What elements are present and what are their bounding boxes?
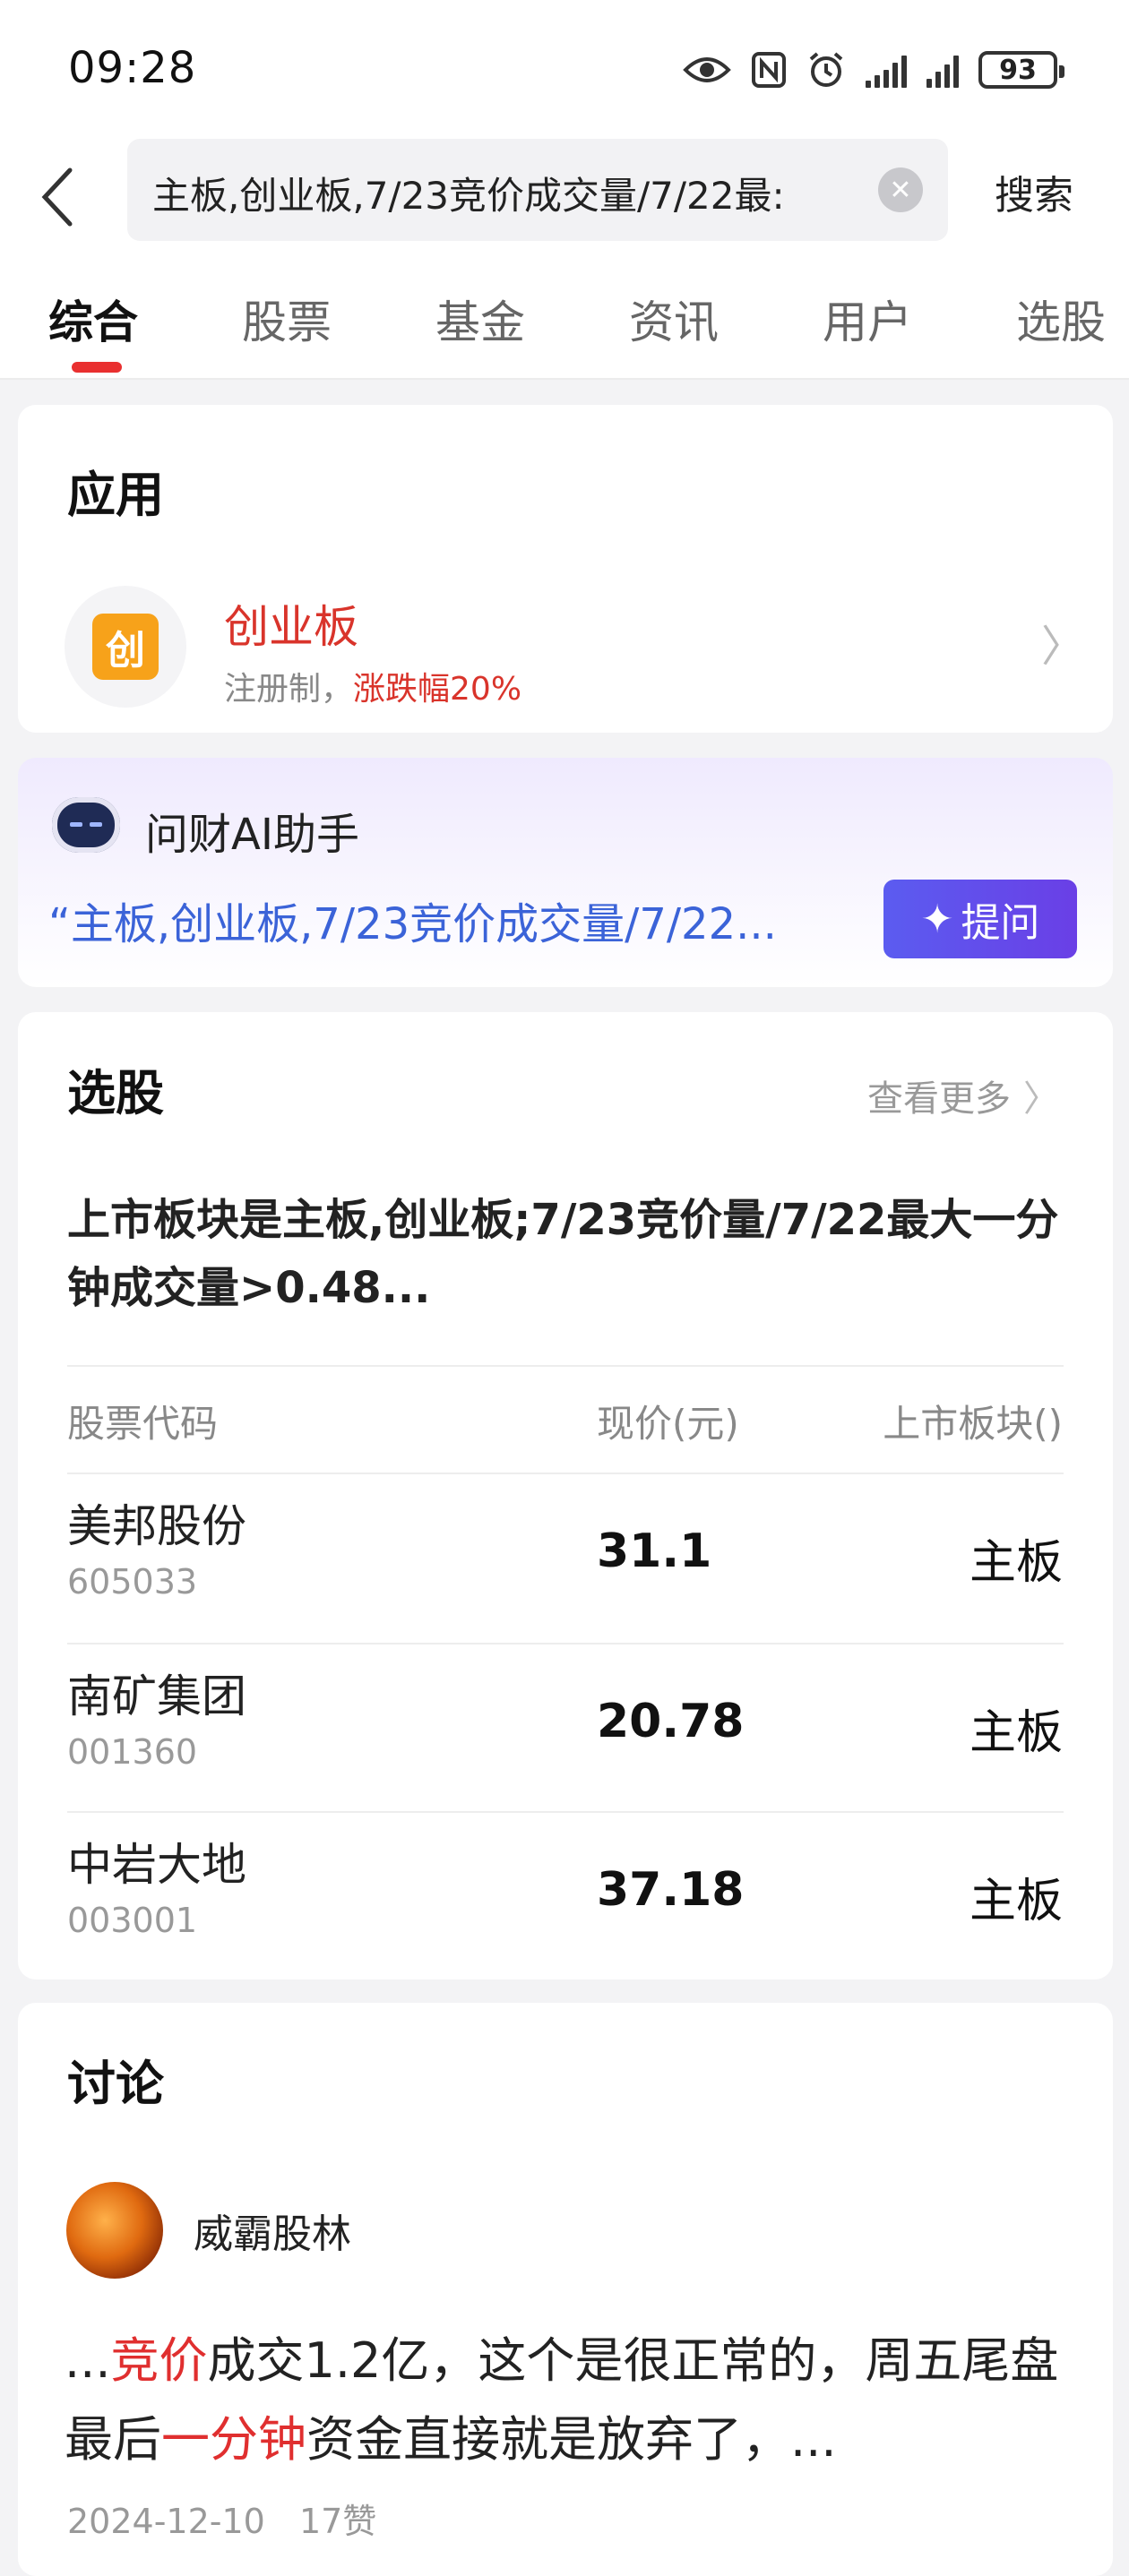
clear-search-icon[interactable]: ✕: [878, 167, 923, 212]
status-time: 09:28: [68, 43, 197, 93]
table-row[interactable]: 中岩大地 003001 37.18 主板: [18, 1813, 1113, 1981]
stock-code: 001360: [67, 1732, 198, 1772]
ai-assistant-card: 问财AI助手 “主板,创业板,7/23竞价成交量/7/22... ✦ 提问: [18, 758, 1113, 987]
stock-section-title: 选股: [67, 1065, 164, 1121]
back-arrow-icon[interactable]: [34, 165, 88, 229]
stock-price: 37.18: [597, 1863, 745, 1917]
stock-name: 美邦股份: [67, 1500, 246, 1552]
stock-price: 31.1: [597, 1524, 712, 1578]
post-date: 2024-12-10: [67, 2502, 265, 2541]
stock-board: 主板: [969, 1875, 1063, 1928]
stock-board: 主板: [969, 1536, 1063, 1590]
search-bar: 主板,创业板,7/23竞价成交量/7/22最: ✕ 搜索: [0, 134, 1129, 251]
discussion-section-title: 讨论: [67, 2056, 164, 2112]
stock-price: 20.78: [597, 1695, 745, 1748]
app-item[interactable]: 创: [65, 586, 186, 708]
stock-code: 605033: [67, 1562, 198, 1601]
status-bar: 09:28 93: [0, 0, 1129, 134]
search-query-text[interactable]: 主板,创业板,7/23竞价成交量/7/22最:: [152, 166, 833, 216]
tab-stocks[interactable]: 股票: [242, 287, 332, 351]
stock-name: 南矿集团: [67, 1670, 246, 1722]
chevron-right-icon: 〉: [1023, 1078, 1059, 1120]
stock-query-text[interactable]: 上市板块是主板,创业板;7/23竞价量/7/22最大一分钟成交量>0.48...: [67, 1186, 1062, 1322]
ai-suggested-query[interactable]: “主板,创业板,7/23竞价成交量/7/22...: [48, 889, 873, 951]
active-tab-indicator: [72, 362, 122, 373]
tab-funds[interactable]: 基金: [435, 287, 525, 351]
table-row[interactable]: 美邦股份 605033 31.1 主板: [18, 1474, 1113, 1643]
post-content[interactable]: ...竞价成交1.2亿，这个是很正常的，周五尾盘最后一分钟资金直接就是放弃了，.…: [65, 2322, 1077, 2479]
signal-icon-1: [866, 52, 907, 88]
nfc-icon: [752, 52, 786, 88]
search-input[interactable]: 主板,创业板,7/23竞价成交量/7/22最: ✕: [127, 139, 948, 241]
post-likes: 17赞: [298, 2502, 377, 2541]
column-header-price: 现价(元): [597, 1402, 739, 1446]
column-header-code: 股票代码: [67, 1402, 219, 1446]
view-more-link[interactable]: 查看更多〉: [867, 1069, 1059, 1121]
alarm-icon: [809, 52, 843, 87]
table-row[interactable]: 南矿集团 001360 20.78 主板: [18, 1644, 1113, 1813]
post-meta: 2024-12-10 17赞: [67, 2494, 376, 2543]
avatar[interactable]: [66, 2182, 163, 2279]
robot-icon: [52, 797, 120, 853]
app-name[interactable]: 创业板: [224, 591, 358, 656]
tab-news[interactable]: 资讯: [629, 287, 719, 351]
app-description: 注册制，涨跌幅20%: [224, 671, 522, 708]
tab-stock-picker[interactable]: 选股: [1016, 287, 1106, 351]
sparkle-icon: ✦: [920, 896, 954, 942]
battery-icon: 93: [978, 51, 1064, 89]
app-section-title: 应用: [67, 467, 164, 523]
ask-button[interactable]: ✦ 提问: [883, 880, 1077, 958]
divider: [67, 1365, 1064, 1367]
ask-button-label: 提问: [961, 900, 1040, 946]
status-icons: 93: [683, 45, 1064, 95]
tab-comprehensive[interactable]: 综合: [48, 287, 138, 351]
app-card: 应用 创 创业板 注册制，涨跌幅20% 〉: [18, 405, 1113, 733]
stock-code: 003001: [67, 1901, 198, 1940]
tab-users[interactable]: 用户: [823, 287, 912, 351]
discussion-card: 讨论 威霸股林 ...竞价成交1.2亿，这个是很正常的，周五尾盘最后一分钟资金直…: [18, 2003, 1113, 2576]
stock-picker-card: 选股 查看更多〉 上市板块是主板,创业板;7/23竞价量/7/22最大一分钟成交…: [18, 1012, 1113, 1979]
eye-icon: [683, 57, 731, 82]
signal-icon-2: [926, 52, 959, 88]
column-header-board: 上市板块(): [883, 1402, 1063, 1446]
stock-board: 主板: [969, 1706, 1063, 1760]
post-username[interactable]: 威霸股林: [194, 2202, 351, 2259]
category-tabs: 综合 股票 基金 资讯 用户 选股: [0, 251, 1129, 380]
search-button[interactable]: 搜索: [995, 163, 1073, 220]
chevron-right-icon[interactable]: 〉: [1041, 611, 1084, 674]
chinext-app-icon: 创: [92, 614, 159, 680]
ai-assistant-title: 问财AI助手: [145, 810, 359, 860]
stock-name: 中岩大地: [67, 1839, 246, 1891]
